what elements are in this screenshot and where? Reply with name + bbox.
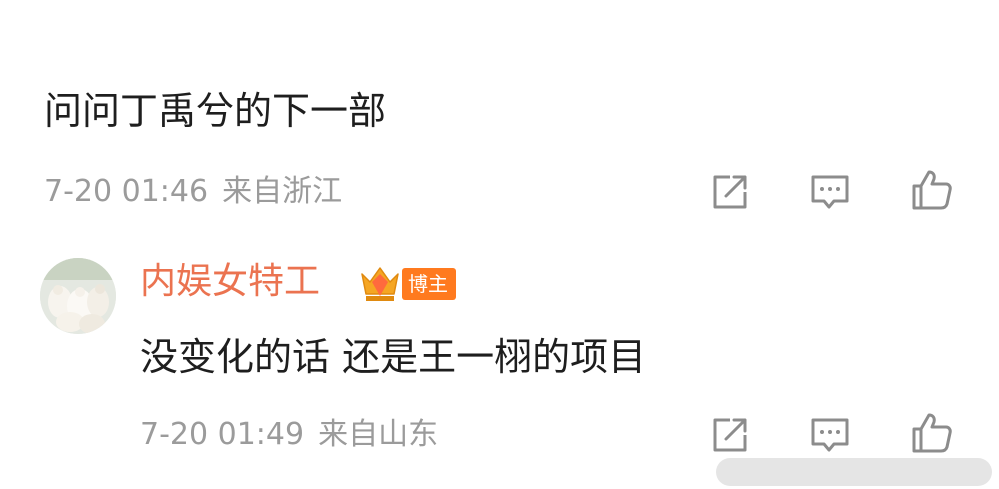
reply-meta: 7-20 01:49 来自山东: [140, 420, 438, 450]
thumbs-up-icon: [912, 413, 952, 453]
reply-button[interactable]: [808, 170, 852, 214]
comment-icon: [811, 175, 849, 209]
comment-meta: 7-20 01:46 来自浙江: [44, 177, 342, 207]
reply-like-button[interactable]: [910, 411, 954, 455]
reply-share-button[interactable]: [708, 413, 752, 457]
reply-time: 7-20 01:49: [140, 417, 305, 452]
comment-icon: [811, 418, 849, 452]
reply-username[interactable]: 内娱女特工: [140, 264, 320, 300]
watermark-overlay: [716, 458, 992, 486]
reply-reply-button[interactable]: [808, 413, 852, 457]
crown-badge-icon: [358, 262, 402, 306]
comment-location: 来自浙江: [222, 174, 343, 209]
thumbs-up-icon: [912, 170, 952, 210]
reply-location: 来自山东: [318, 417, 439, 452]
blogger-badge: 博主: [402, 268, 456, 300]
share-icon: [713, 175, 747, 209]
share-icon: [713, 418, 747, 452]
comment-time: 7-20 01:46: [44, 174, 209, 209]
avatar[interactable]: [40, 258, 116, 334]
like-button[interactable]: [910, 168, 954, 212]
comment-text: 问问丁禹兮的下一部: [44, 89, 387, 133]
share-button[interactable]: [708, 170, 752, 214]
reply-text: 没变化的话 还是王一栩的项目: [140, 335, 647, 379]
avatar-image: [40, 258, 116, 334]
